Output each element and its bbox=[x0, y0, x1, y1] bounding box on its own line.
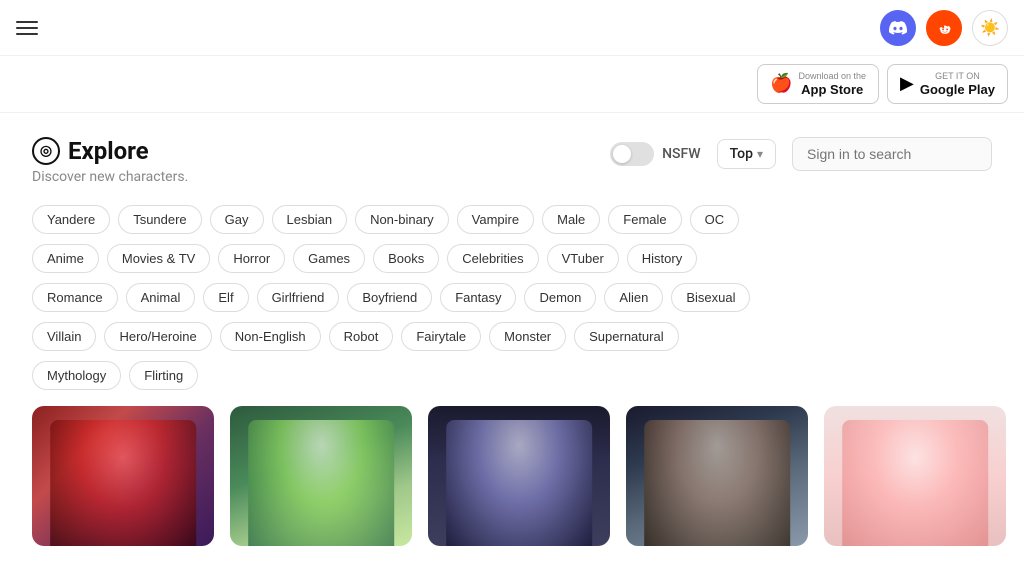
google-play-name: Google Play bbox=[920, 82, 995, 98]
topbar: ☀️ bbox=[0, 0, 1024, 56]
nsfw-control: NSFW bbox=[610, 142, 700, 166]
tag-button[interactable]: Gay bbox=[210, 205, 264, 234]
tag-button[interactable]: Celebrities bbox=[447, 244, 538, 273]
character-card[interactable] bbox=[230, 406, 412, 546]
tag-button[interactable]: Mythology bbox=[32, 361, 121, 390]
tag-row: Anime Movies & TV Horror Games Books Celebrit… bbox=[32, 244, 992, 273]
tag-button[interactable]: Tsundere bbox=[118, 205, 201, 234]
app-store-button[interactable]: 🍎 Download on the App Store bbox=[757, 64, 879, 104]
tag-button[interactable]: OC bbox=[690, 205, 740, 234]
tag-button[interactable]: Books bbox=[373, 244, 439, 273]
tag-row: Mythology Flirting bbox=[32, 361, 992, 390]
topbar-left bbox=[16, 21, 38, 35]
apple-icon: 🍎 bbox=[770, 73, 792, 95]
tag-button[interactable]: Horror bbox=[218, 244, 285, 273]
app-store-pre: Download on the bbox=[798, 71, 866, 82]
tag-button[interactable]: Robot bbox=[329, 322, 394, 351]
tag-button[interactable]: Vampire bbox=[457, 205, 534, 234]
tag-row: Villain Hero/Heroine Non-English RobotFairy… bbox=[32, 322, 992, 351]
page-header: ◎ Explore Discover new characters. NSFW … bbox=[32, 137, 992, 185]
tag-button[interactable]: Hero/Heroine bbox=[104, 322, 211, 351]
tag-button[interactable]: Demon bbox=[524, 283, 596, 312]
tag-button[interactable]: Non-English bbox=[220, 322, 321, 351]
search-input[interactable] bbox=[792, 137, 992, 171]
tag-button[interactable]: Yandere bbox=[32, 205, 110, 234]
page-title: ◎ Explore bbox=[32, 137, 188, 165]
explore-icon: ◎ bbox=[32, 137, 60, 165]
tag-row: Yandere Tsundere Gay LesbianNon-binary Vampi… bbox=[32, 205, 992, 234]
tag-button[interactable]: Male bbox=[542, 205, 600, 234]
tag-button[interactable]: Boyfriend bbox=[347, 283, 432, 312]
google-play-button[interactable]: ▶ GET IT ON Google Play bbox=[887, 64, 1008, 104]
tag-button[interactable]: Anime bbox=[32, 244, 99, 273]
tag-button[interactable]: Romance bbox=[32, 283, 118, 312]
tag-button[interactable]: Alien bbox=[604, 283, 663, 312]
store-bar: 🍎 Download on the App Store ▶ GET IT ON … bbox=[0, 56, 1024, 113]
tag-button[interactable]: Games bbox=[293, 244, 365, 273]
tag-button[interactable]: Supernatural bbox=[574, 322, 678, 351]
tag-button[interactable]: VTuber bbox=[547, 244, 619, 273]
nsfw-toggle[interactable] bbox=[610, 142, 654, 166]
tag-button[interactable]: Movies & TV bbox=[107, 244, 210, 273]
tag-button[interactable]: Flirting bbox=[129, 361, 198, 390]
tag-filters: Yandere Tsundere Gay LesbianNon-binary Vampi… bbox=[32, 205, 992, 390]
header-controls: NSFW Top ▾ bbox=[610, 137, 992, 171]
nsfw-label: NSFW bbox=[662, 146, 700, 162]
google-play-pre: GET IT ON bbox=[920, 71, 995, 82]
main-content: ◎ Explore Discover new characters. NSFW … bbox=[0, 113, 1024, 546]
tag-button[interactable]: Monster bbox=[489, 322, 566, 351]
tag-button[interactable]: Elf bbox=[203, 283, 248, 312]
tag-button[interactable]: Non-binary bbox=[355, 205, 449, 234]
discord-button[interactable] bbox=[880, 10, 916, 46]
tag-button[interactable]: Fairytale bbox=[401, 322, 481, 351]
tag-button[interactable]: Villain bbox=[32, 322, 96, 351]
tag-button[interactable]: Female bbox=[608, 205, 681, 234]
chevron-down-icon: ▾ bbox=[757, 147, 763, 161]
menu-icon[interactable] bbox=[16, 21, 38, 35]
character-card[interactable] bbox=[32, 406, 214, 546]
theme-toggle-button[interactable]: ☀️ bbox=[972, 10, 1008, 46]
page-subtitle: Discover new characters. bbox=[32, 169, 188, 185]
character-card[interactable] bbox=[428, 406, 610, 546]
sort-dropdown[interactable]: Top ▾ bbox=[717, 139, 776, 169]
character-card[interactable] bbox=[824, 406, 1006, 546]
tag-button[interactable]: Bisexual bbox=[671, 283, 750, 312]
tag-button[interactable]: Animal bbox=[126, 283, 196, 312]
topbar-right: ☀️ bbox=[880, 10, 1008, 46]
tag-row: Romance AnimalElf GirlfriendBoyfriend Fanta… bbox=[32, 283, 992, 312]
tag-button[interactable]: Lesbian bbox=[272, 205, 348, 234]
tag-button[interactable]: Fantasy bbox=[440, 283, 516, 312]
title-block: ◎ Explore Discover new characters. bbox=[32, 137, 188, 185]
sort-label: Top bbox=[730, 146, 753, 162]
google-play-icon: ▶ bbox=[900, 73, 914, 95]
reddit-button[interactable] bbox=[926, 10, 962, 46]
app-store-name: App Store bbox=[798, 82, 866, 98]
tag-button[interactable]: History bbox=[627, 244, 697, 273]
character-card[interactable] bbox=[626, 406, 808, 546]
character-cards bbox=[32, 406, 992, 546]
tag-button[interactable]: Girlfriend bbox=[257, 283, 340, 312]
